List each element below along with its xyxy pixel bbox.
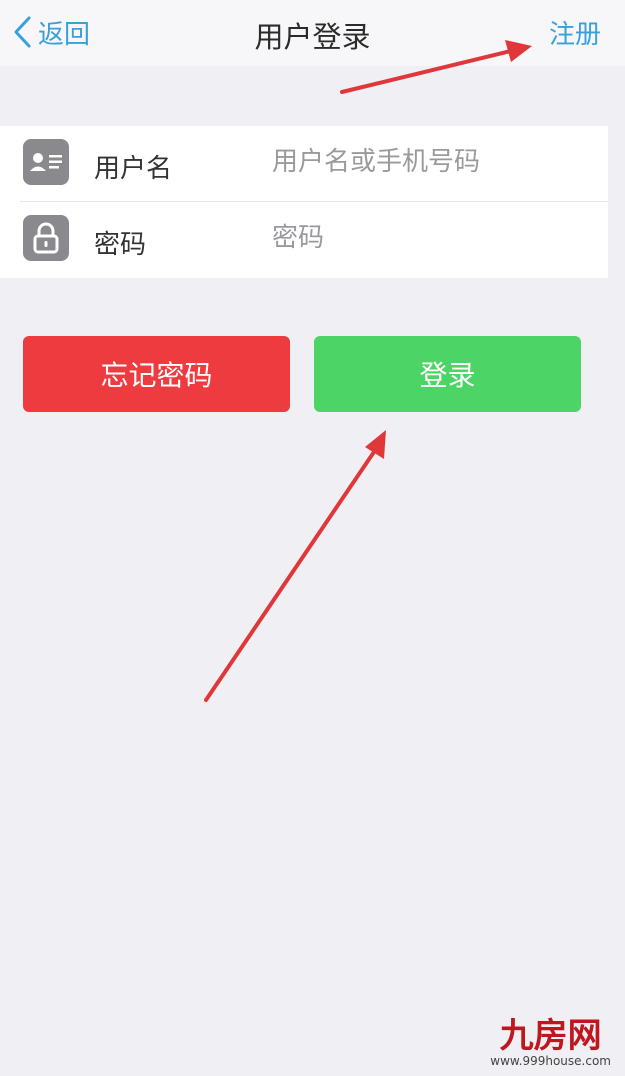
username-input[interactable]	[272, 140, 592, 184]
nav-bar: 返回 用户登录 注册	[0, 0, 625, 66]
username-label: 用户名	[94, 154, 173, 184]
watermark-url: www.999house.com	[490, 1054, 611, 1068]
password-label: 密码	[94, 230, 147, 260]
watermark-logo: 九房网	[499, 1016, 602, 1056]
password-input[interactable]	[272, 216, 592, 260]
password-row: 密码	[0, 202, 608, 278]
login-button[interactable]: 登录	[314, 336, 581, 412]
forgot-password-button[interactable]: 忘记密码	[23, 336, 290, 412]
site-watermark: 九房网 www.999house.com	[490, 1018, 611, 1068]
page-title: 用户登录	[254, 20, 371, 54]
login-form: 用户名 密码	[0, 126, 608, 278]
id-card-icon	[23, 139, 69, 185]
register-button[interactable]: 注册	[549, 14, 601, 51]
arrow-to-login	[204, 430, 386, 702]
lock-icon	[23, 215, 69, 261]
username-row: 用户名	[0, 126, 608, 202]
